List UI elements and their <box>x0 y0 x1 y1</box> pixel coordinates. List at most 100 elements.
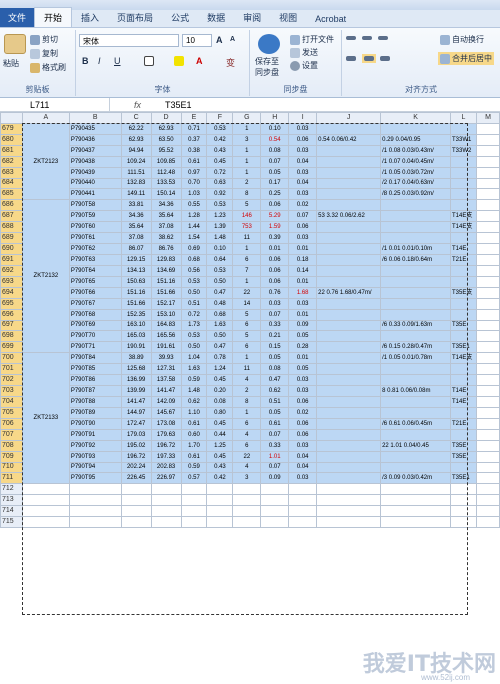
grid-cell[interactable]: 1.10 <box>180 406 208 419</box>
grid-cell[interactable]: 39.93 <box>150 352 182 365</box>
grid-cell[interactable] <box>316 439 382 452</box>
grid-cell[interactable]: 22 <box>232 450 262 463</box>
grid-cell[interactable]: 63.50 <box>150 133 182 146</box>
grid-cell[interactable]: 1.54 <box>180 232 208 245</box>
align-middle-button[interactable] <box>362 36 372 40</box>
save-to-label[interactable]: 保存至 <box>255 56 279 67</box>
grid-cell[interactable] <box>450 330 477 343</box>
column-header[interactable]: H <box>260 112 290 124</box>
grid-cell[interactable]: 1 <box>232 166 262 179</box>
italic-button[interactable]: I <box>98 56 101 66</box>
grid-cell[interactable]: 0.51 <box>260 395 290 408</box>
grid-cell[interactable]: 95.52 <box>150 144 182 157</box>
grid-cell[interactable]: 226.97 <box>150 472 182 485</box>
grid-cell[interactable]: 1.73 <box>180 319 208 332</box>
row-header[interactable]: 682 <box>0 155 23 168</box>
grid-cell[interactable]: 35.64 <box>120 221 152 234</box>
font-size-select[interactable]: 10 <box>182 34 212 47</box>
grid-cell[interactable]: 0.05 <box>260 406 290 419</box>
column-header[interactable]: K <box>380 112 451 124</box>
grid-cell[interactable]: 6 <box>232 417 262 430</box>
grid-cell[interactable]: 0.68 <box>180 253 208 266</box>
grid-cell[interactable]: 0.03 <box>288 122 318 135</box>
grid-cell[interactable]: 226.45 <box>120 472 152 485</box>
grid-cell[interactable]: 0.50 <box>206 275 234 288</box>
grid-cell[interactable] <box>316 341 382 354</box>
row-header[interactable]: 711 <box>0 472 23 485</box>
grid-cell[interactable]: 0.01 <box>260 243 290 255</box>
grid-cell[interactable]: /2 0.17 0.04/0.63m/ <box>380 177 451 190</box>
tab-page-layout[interactable]: 页面布局 <box>108 8 162 27</box>
grid-cell[interactable] <box>288 483 318 496</box>
grid-cell[interactable]: 141.47 <box>150 385 182 397</box>
grid-cell[interactable]: 37.08 <box>150 221 182 234</box>
grid-cell[interactable]: P790T67 <box>68 297 122 310</box>
grid-cell[interactable] <box>475 330 500 343</box>
grid-cell[interactable]: P790T92 <box>68 439 122 452</box>
grid-cell[interactable]: 0.03 <box>288 166 318 179</box>
grid-cell[interactable]: P790T64 <box>68 264 122 277</box>
grid-cell[interactable]: 22 <box>232 286 262 299</box>
grid-cell[interactable]: 0.92 <box>206 188 234 201</box>
grid-cell[interactable] <box>380 505 451 518</box>
grid-cell[interactable]: 0.57 <box>180 472 208 485</box>
column-header[interactable]: J <box>316 112 382 124</box>
grid-cell[interactable]: 142.09 <box>150 395 182 408</box>
row-header[interactable]: 693 <box>0 275 23 288</box>
grid-cell[interactable] <box>21 516 70 529</box>
grid-cell[interactable]: 94.94 <box>120 144 152 157</box>
grid-cell[interactable]: 0.55 <box>180 199 208 212</box>
row-header[interactable]: 701 <box>0 363 23 376</box>
grid-cell[interactable]: 5 <box>232 199 262 212</box>
grid-cell[interactable]: 0.06 <box>288 417 318 430</box>
grid-cell[interactable] <box>232 483 262 496</box>
grid-cell[interactable]: 0.42 <box>206 472 234 485</box>
grid-cell[interactable]: 0.48 <box>206 297 234 310</box>
grid-cell[interactable]: /1 0.07 0.04/0.45m/ <box>380 155 451 168</box>
grid-cell[interactable]: 152.17 <box>150 297 182 310</box>
grid-cell[interactable]: 33.81 <box>120 199 152 212</box>
grid-cell[interactable]: 129.15 <box>120 253 152 266</box>
grid-cell[interactable] <box>316 253 382 266</box>
grid-cell[interactable] <box>316 428 382 441</box>
grid-cell[interactable]: 152.35 <box>120 308 152 321</box>
grid-cell[interactable] <box>475 505 500 518</box>
row-header[interactable]: 713 <box>0 494 23 507</box>
grid-cell[interactable]: 62.22 <box>120 122 152 135</box>
grid-cell[interactable]: 141.47 <box>120 395 152 408</box>
grid-cell[interactable]: P790T88 <box>68 395 122 408</box>
grid-cell[interactable]: 151.16 <box>120 286 152 299</box>
row-header[interactable]: 710 <box>0 461 23 474</box>
grid-cell[interactable]: 0.17 <box>260 177 290 190</box>
grid-cell[interactable]: 0.47 <box>206 341 234 354</box>
grid-cell[interactable] <box>475 177 500 190</box>
align-left-button[interactable] <box>346 56 356 61</box>
grid-cell[interactable] <box>475 341 500 354</box>
grid-cell[interactable]: 86.76 <box>150 243 182 255</box>
grid-cell[interactable]: /1 0.05 0.03/0.72m/ <box>380 166 451 179</box>
grid-cell[interactable]: 0.08 <box>260 144 290 157</box>
group-label-cell[interactable]: ZKT2132 <box>21 199 70 354</box>
grid-cell[interactable] <box>475 461 500 474</box>
grid-cell[interactable] <box>316 363 382 376</box>
grid-cell[interactable]: 0.43 <box>206 461 234 474</box>
grid-cell[interactable]: 196.72 <box>120 450 152 463</box>
grid-cell[interactable]: P790T65 <box>68 275 122 288</box>
tab-view[interactable]: 视图 <box>270 8 306 27</box>
grid-cell[interactable]: 139.99 <box>120 385 152 397</box>
grid-cell[interactable]: 0.59 <box>180 461 208 474</box>
grid-cell[interactable]: 109.24 <box>120 155 152 168</box>
grid-cell[interactable] <box>380 516 451 529</box>
row-header[interactable]: 707 <box>0 428 23 441</box>
grid-cell[interactable] <box>316 275 382 288</box>
grid-cell[interactable] <box>316 494 382 507</box>
grid-cell[interactable] <box>380 330 451 343</box>
grid-cell[interactable]: 5 <box>232 330 262 343</box>
row-header[interactable]: 709 <box>0 450 23 463</box>
grid-cell[interactable] <box>316 221 382 234</box>
grid-cell[interactable] <box>450 494 477 507</box>
grid-cell[interactable] <box>120 505 152 518</box>
grid-cell[interactable] <box>475 450 500 463</box>
grid-cell[interactable] <box>475 374 500 387</box>
grid-cell[interactable]: 150.63 <box>120 275 152 288</box>
